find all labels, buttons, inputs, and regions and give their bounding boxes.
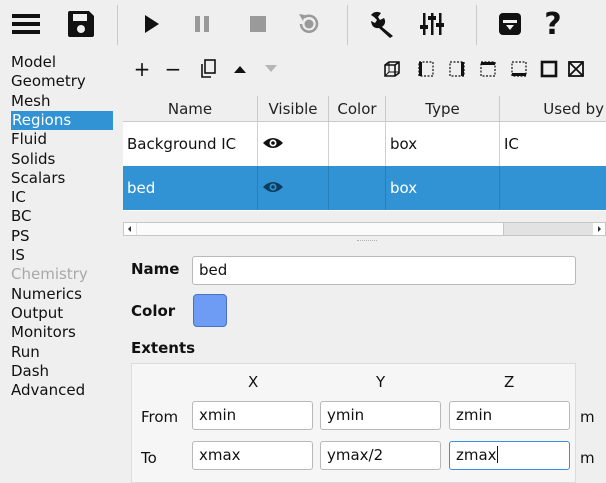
to-z-input[interactable]: zmax <box>449 441 570 470</box>
menu-icon[interactable] <box>10 5 42 43</box>
table-row-selected[interactable]: bed box <box>123 166 606 210</box>
type-cell: box <box>386 122 500 166</box>
sidebar-nav: Model Geometry Mesh Regions Fluid Solids Scala… <box>0 51 122 483</box>
scroll-left-arrow[interactable] <box>124 223 136 235</box>
view-top-icon[interactable] <box>477 57 499 81</box>
sidebar-item-ic[interactable]: IC <box>11 188 26 207</box>
view-bottom-icon[interactable] <box>508 57 530 81</box>
save-icon[interactable] <box>64 5 98 43</box>
to-label: To <box>141 449 157 467</box>
to-z-value: zmax <box>456 446 497 464</box>
region-name-cell: bed <box>123 166 258 210</box>
to-y-input[interactable]: ymax/2 <box>320 441 441 470</box>
from-z-input[interactable]: zmin <box>449 401 570 430</box>
main-toolbar: ? <box>0 0 606 50</box>
toolbar-separator <box>117 5 118 45</box>
toolbar-separator <box>347 5 348 45</box>
sidebar-item-monitors[interactable]: Monitors <box>11 323 76 342</box>
to-unit-label: m <box>580 449 595 467</box>
remove-region-button[interactable]: − <box>164 57 182 81</box>
axis-y-label: Y <box>376 373 386 391</box>
column-header-visible[interactable]: Visible <box>258 96 329 122</box>
from-label: From <box>141 408 179 426</box>
table-row[interactable]: Background IC box IC <box>123 122 606 167</box>
sidebar-item-advanced[interactable]: Advanced <box>11 381 85 400</box>
help-icon[interactable]: ? <box>538 5 568 43</box>
view-back-icon[interactable] <box>446 57 468 81</box>
text-cursor <box>496 446 498 463</box>
region-name-cell: Background IC <box>123 122 258 166</box>
color-label: Color <box>131 302 176 320</box>
name-label: Name <box>131 260 180 278</box>
sidebar-item-fluid[interactable]: Fluid <box>11 130 47 149</box>
color-swatch-button[interactable] <box>193 294 227 327</box>
stop-icon[interactable] <box>246 5 270 43</box>
from-y-input[interactable]: ymin <box>320 401 441 430</box>
column-header-name[interactable]: Name <box>123 96 258 122</box>
splitter-handle[interactable] <box>357 240 377 243</box>
extents-label: Extents <box>131 339 196 357</box>
eye-icon <box>263 138 283 148</box>
add-region-button[interactable]: + <box>133 57 151 81</box>
type-cell: box <box>386 166 500 210</box>
visible-cell[interactable] <box>258 122 329 166</box>
sidebar-item-model[interactable]: Model <box>11 53 56 72</box>
move-down-icon[interactable] <box>262 57 280 81</box>
toolbar-separator <box>476 5 477 45</box>
from-x-input[interactable]: xmin <box>192 401 313 430</box>
sidebar-item-scalars[interactable]: Scalars <box>11 169 65 188</box>
play-icon[interactable] <box>140 5 164 43</box>
color-cell <box>329 166 386 210</box>
sidebar-item-numerics[interactable]: Numerics <box>11 285 82 304</box>
sidebar-item-run[interactable]: Run <box>11 343 40 362</box>
sidebar-item-chemistry: Chemistry <box>11 265 88 284</box>
column-header-color[interactable]: Color <box>329 96 386 122</box>
reset-icon[interactable] <box>295 5 323 43</box>
view-front-icon[interactable] <box>415 57 437 81</box>
axis-z-label: Z <box>504 373 515 391</box>
sidebar-item-mesh[interactable]: Mesh <box>11 92 51 111</box>
column-header-used-by[interactable]: Used by <box>500 96 606 122</box>
wrench-icon[interactable] <box>365 5 399 43</box>
name-input[interactable]: bed <box>192 256 576 285</box>
sidebar-item-output[interactable]: Output <box>11 304 63 323</box>
scroll-right-arrow[interactable] <box>593 223 605 235</box>
from-unit-label: m <box>580 408 595 426</box>
sidebar-item-regions[interactable]: Regions <box>11 110 113 130</box>
pause-icon[interactable] <box>190 5 214 43</box>
archive-icon[interactable] <box>495 5 525 43</box>
sidebar-item-solids[interactable]: Solids <box>11 150 55 169</box>
color-cell <box>329 122 386 166</box>
sidebar-item-is[interactable]: IS <box>11 246 25 265</box>
duplicate-icon[interactable] <box>197 57 219 81</box>
sliders-icon[interactable] <box>417 5 447 43</box>
to-x-input[interactable]: xmax <box>192 441 313 470</box>
view-left-icon[interactable] <box>565 57 587 81</box>
visible-cell[interactable] <box>258 166 329 210</box>
column-header-type[interactable]: Type <box>386 96 500 122</box>
eye-icon <box>263 182 283 192</box>
sidebar-item-dash[interactable]: Dash <box>11 362 49 381</box>
sidebar-item-geometry[interactable]: Geometry <box>11 72 86 91</box>
view-iso-icon[interactable] <box>381 57 403 81</box>
sidebar-item-ps[interactable]: PS <box>11 227 30 246</box>
view-right-icon[interactable] <box>538 57 560 81</box>
used-by-cell: IC <box>504 135 519 153</box>
sidebar-item-bc[interactable]: BC <box>11 207 32 226</box>
axis-x-label: X <box>248 373 259 391</box>
move-up-icon[interactable] <box>231 57 249 81</box>
used-by-cell <box>500 166 606 210</box>
scrollbar-thumb[interactable] <box>137 223 504 235</box>
